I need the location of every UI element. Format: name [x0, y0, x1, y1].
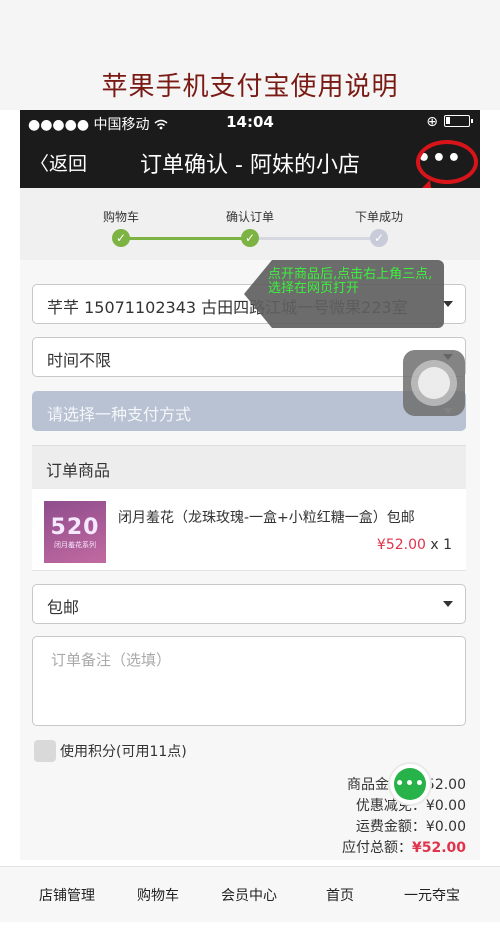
product-price-qty: ¥52.00 x 1 — [377, 537, 452, 553]
nav-title: 订单确认 - 阿妹的小店 — [140, 153, 360, 178]
tab-member-center[interactable]: 会员中心 — [221, 885, 277, 905]
product-qty: x 1 — [425, 537, 452, 553]
tab-shop-management[interactable]: 店铺管理 — [39, 885, 95, 905]
product-thumbnail[interactable]: 520 闭月羞花系列 — [44, 501, 106, 563]
step-line-done — [121, 237, 251, 240]
orientation-lock-icon: ⊕ — [426, 114, 438, 130]
check-icon: ✓ — [370, 229, 388, 247]
chat-icon[interactable]: ••• — [388, 762, 432, 806]
product-name: 闭月羞花（龙珠玫瑰-一盒+小粒红糖一盒）包邮 — [118, 510, 415, 526]
summary-total: 应付总额：¥52.00 — [342, 838, 466, 859]
status-time: 14:04 — [226, 113, 274, 131]
page-header: 苹果手机支付宝使用说明 — [0, 0, 500, 110]
summary-shipping: 运费金额：¥0.00 — [355, 819, 466, 835]
points-label: 使用积分(可用11点) — [60, 744, 187, 760]
tab-home[interactable]: 首页 — [326, 885, 354, 905]
thumb-number: 520 — [50, 515, 100, 540]
product-price: ¥52.00 — [376, 537, 426, 553]
points-checkbox[interactable] — [34, 740, 56, 762]
time-value: 时间不限 — [47, 351, 112, 370]
payment-select[interactable]: 请选择一种支付方式 — [32, 391, 466, 431]
order-section-title: 订单商品 — [32, 445, 466, 489]
product-row[interactable]: 520 闭月羞花系列 闭月羞花（龙珠玫瑰-一盒+小粒红糖一盒）包邮 ¥52.00… — [32, 489, 466, 571]
nav-bar: 〈返回 订单确认 - 阿妹的小店 ••• — [20, 134, 480, 188]
step-line-pending — [251, 237, 379, 240]
summary-total-label: 应付总额： — [341, 840, 412, 856]
step-label-success: 下单成功 — [354, 210, 404, 224]
step-label-cart: 购物车 — [102, 210, 140, 224]
thumb-sub: 闭月羞花系列 — [54, 541, 96, 549]
instruction-tooltip: 点开商品后,点击右上角三点,选择在网页打开 — [244, 260, 444, 328]
assistive-touch-button[interactable] — [403, 350, 465, 416]
page-title: 苹果手机支付宝使用说明 — [101, 72, 399, 102]
order-note-input[interactable]: 订单备注（选填） — [32, 636, 466, 726]
bottom-strip — [0, 922, 500, 951]
tooltip-text: 点开商品后,点击右上角三点,选择在网页打开 — [268, 267, 433, 296]
points-option[interactable]: 使用积分(可用11点) — [34, 740, 187, 762]
tab-cart[interactable]: 购物车 — [137, 885, 179, 905]
more-options-button[interactable]: ••• — [417, 148, 462, 170]
battery-icon — [444, 115, 473, 127]
progress-steps: 购物车 确认订单 下单成功 ✓ ✓ ✓ — [20, 188, 480, 260]
tab-one-yuan[interactable]: 一元夺宝 — [404, 885, 460, 905]
shipping-value: 包邮 — [47, 598, 80, 617]
chat-dots: ••• — [395, 776, 425, 792]
shipping-select[interactable]: 包邮 — [32, 584, 466, 624]
status-bar: ●●●●● 中国移动 14:04 ⊕ — [20, 110, 480, 134]
summary-total-value: ¥52.00 — [411, 840, 466, 856]
step-label-confirm: 确认订单 — [225, 210, 275, 224]
bottom-tab-bar: 店铺管理 购物车 会员中心 首页 一元夺宝 — [0, 866, 500, 922]
time-select[interactable]: 时间不限 — [32, 337, 466, 377]
caret-down-icon — [443, 601, 453, 607]
status-right: ⊕ — [426, 114, 473, 130]
caret-down-icon — [443, 301, 453, 307]
check-icon: ✓ — [241, 229, 259, 247]
payment-placeholder: 请选择一种支付方式 — [47, 405, 192, 424]
check-icon: ✓ — [112, 229, 130, 247]
note-placeholder: 订单备注（选填） — [51, 651, 172, 669]
